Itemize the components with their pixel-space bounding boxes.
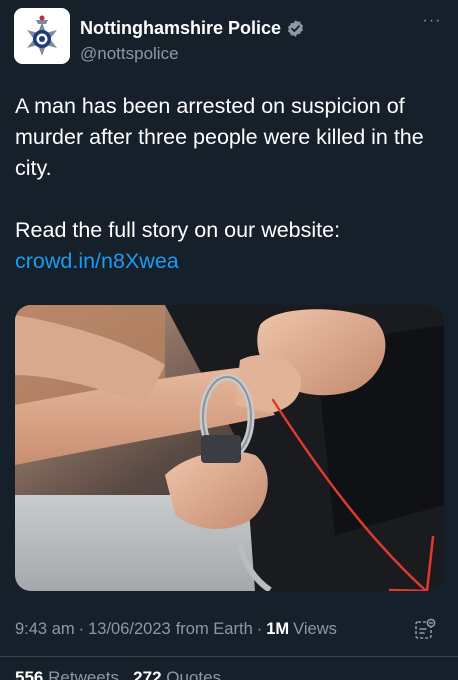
analytics-icon[interactable] (414, 618, 436, 640)
tweet-text-link-intro: Read the full story on our website: (15, 218, 341, 242)
story-link[interactable]: crowd.in/n8Xwea (15, 249, 179, 273)
tweet-source: from Earth (175, 620, 253, 638)
views-label: Views (293, 620, 337, 638)
author-handle[interactable]: @nottspolice (80, 44, 179, 64)
author-display-name[interactable]: Nottinghamshire Police (80, 18, 281, 39)
more-options-icon[interactable]: ··· (420, 13, 444, 30)
divider (0, 656, 458, 657)
tweet-time[interactable]: 9:43 am (15, 620, 75, 639)
verified-badge-icon (288, 20, 304, 37)
meta-separator: · (78, 620, 85, 638)
quotes-count[interactable]: 272 (133, 668, 161, 680)
meta-separator: · (256, 620, 263, 638)
engagement-stats: 556 Retweets 272 Quotes (15, 668, 221, 680)
tweet-header: Nottinghamshire Police @nottspolice ··· (14, 8, 450, 68)
tweet-body: A man has been arrested on suspicion of … (15, 91, 435, 277)
tweet-meta: 9:43 am · 13/06/2023 from Earth · 1M Vie… (15, 620, 337, 639)
retweets-label[interactable]: Retweets (48, 668, 119, 680)
tweet-text-paragraph-2: Read the full story on our website: crow… (15, 215, 435, 277)
avatar[interactable] (14, 8, 70, 64)
tweet-media-image[interactable] (15, 305, 444, 591)
tweet-date[interactable]: 13/06/2023 (88, 620, 171, 639)
police-badge-icon (14, 8, 70, 64)
views-count: 1M (266, 620, 290, 638)
tweet-text-paragraph-1: A man has been arrested on suspicion of … (15, 94, 424, 180)
handcuff-photo (15, 305, 444, 591)
retweets-count[interactable]: 556 (15, 668, 43, 680)
author-name-row[interactable]: Nottinghamshire Police (80, 18, 305, 39)
quotes-label[interactable]: Quotes (166, 668, 221, 680)
